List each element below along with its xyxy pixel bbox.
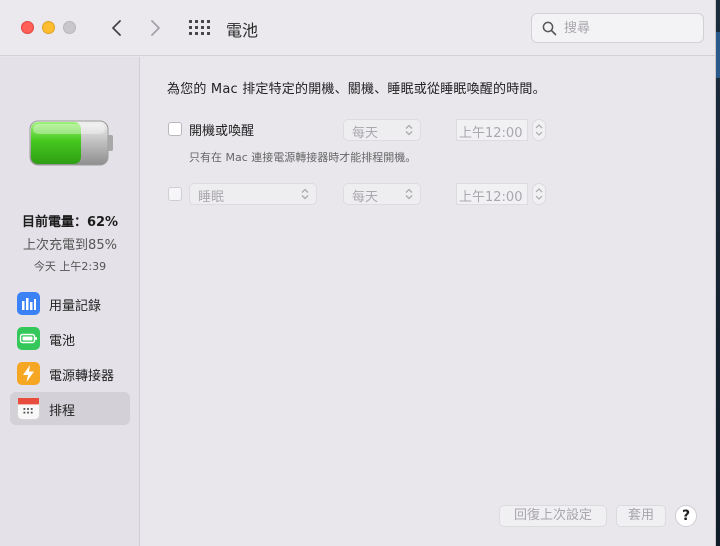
search-field[interactable]: [531, 13, 704, 43]
startup-note: 只有在 Mac 連接電源轉接器時才能排程開機。: [189, 151, 417, 164]
forward-button[interactable]: [144, 16, 168, 40]
startup-time-stepper[interactable]: [532, 119, 546, 141]
startup-wake-label: 開機或喚醒: [189, 124, 255, 139]
action-value: 睡眠: [198, 190, 225, 205]
frequency-value: 每天: [352, 190, 379, 205]
power-adapter-icon: [17, 362, 40, 385]
back-button[interactable]: [104, 16, 128, 40]
sidebar-item-label: 電源轉接器: [49, 369, 115, 384]
last-charged-time: 今天 上午2:39: [33, 260, 107, 273]
sidebar: 目前電量：62% 上次充電到85% 今天 上午2:39 用量記錄 電池 電源轉接…: [0, 57, 140, 546]
sidebar-item-battery[interactable]: 電池: [10, 322, 130, 355]
sidebar-item-label: 用量記錄: [49, 299, 102, 314]
sleep-checkbox[interactable]: [168, 187, 182, 201]
search-icon: [542, 21, 557, 36]
help-button[interactable]: ?: [675, 505, 697, 527]
revert-button[interactable]: 回復上次設定: [499, 505, 607, 527]
schedule-pane: 為您的 Mac 排定特定的開機、關機、睡眠或從睡眠喚醒的時間。 開機或喚醒 每天…: [141, 57, 715, 546]
sleep-action-select[interactable]: 睡眠: [189, 183, 317, 205]
sidebar-item-power-adapter[interactable]: 電源轉接器: [10, 357, 130, 390]
time-value: 上午12:00: [459, 126, 523, 141]
battery-icon: [17, 327, 40, 350]
chevron-left-icon: [112, 20, 121, 36]
charge-info: 目前電量：62% 上次充電到85% 今天 上午2:39: [0, 211, 140, 274]
desktop-edge-mark: [716, 32, 720, 78]
show-all-grid-button[interactable]: [188, 19, 210, 37]
battery-level-icon: [29, 120, 113, 166]
updown-arrows-icon: [405, 124, 413, 136]
updown-arrows-icon: [301, 188, 309, 200]
stepper-arrows-icon: [535, 124, 543, 136]
minimize-window-button[interactable]: [42, 21, 55, 34]
last-charged-label: 上次充電到85%: [23, 238, 117, 253]
sidebar-item-label: 排程: [49, 404, 76, 419]
sleep-time-stepper[interactable]: [532, 183, 546, 205]
close-window-button[interactable]: [21, 21, 34, 34]
startup-wake-checkbox[interactable]: [168, 122, 182, 136]
sleep-time-field[interactable]: 上午12:00: [456, 183, 528, 205]
schedule-description: 為您的 Mac 排定特定的開機、關機、睡眠或從睡眠喚醒的時間。: [167, 82, 546, 97]
title-bar: 電池: [0, 0, 715, 56]
sidebar-item-label: 電池: [49, 334, 76, 349]
zoom-window-button[interactable]: [63, 21, 76, 34]
startup-time-field[interactable]: 上午12:00: [456, 119, 528, 141]
search-input[interactable]: [564, 18, 694, 38]
stepper-arrows-icon: [535, 188, 543, 200]
apply-button[interactable]: 套用: [616, 505, 666, 527]
sidebar-item-usage-history[interactable]: 用量記錄: [10, 287, 130, 320]
sidebar-item-schedule[interactable]: 排程: [10, 392, 130, 425]
updown-arrows-icon: [405, 188, 413, 200]
preferences-window: 電池 搜尋 目前電量：62% 上次充電到85% 今天 上午2:39 用量記錄 電…: [0, 0, 716, 546]
time-value: 上午12:00: [459, 190, 523, 205]
usage-history-icon: [17, 292, 40, 315]
current-charge-label: 目前電量：62%: [21, 215, 119, 230]
chevron-right-icon: [151, 20, 160, 36]
sleep-frequency-select[interactable]: 每天: [343, 183, 421, 205]
desktop-edge: [716, 0, 720, 546]
startup-frequency-select[interactable]: 每天: [343, 119, 421, 141]
calendar-icon: [17, 397, 40, 420]
window-title: 電池: [226, 21, 259, 40]
frequency-value: 每天: [352, 126, 379, 141]
